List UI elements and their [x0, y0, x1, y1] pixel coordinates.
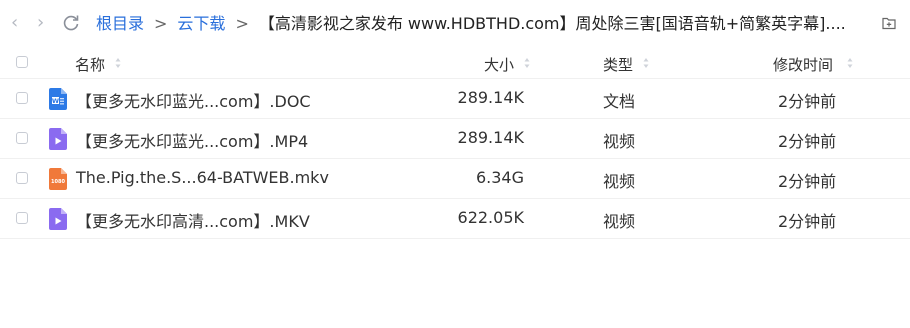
file-size: 289.14K: [457, 128, 524, 147]
file-row[interactable]: 【更多无水印高清...com】.MKV 622.05K 视频 2分钟前: [0, 199, 910, 239]
file-modified-time: 2分钟前: [778, 212, 837, 231]
chevron-left-icon[interactable]: ‹: [11, 13, 18, 33]
file-row[interactable]: 【更多无水印蓝光...com】.MP4 289.14K 视频 2分钟前: [0, 119, 910, 159]
column-header-modified[interactable]: 修改时间: [773, 54, 833, 75]
breadcrumb-separator: >: [235, 14, 249, 33]
file-name[interactable]: 【更多无水印蓝光...com】.MP4: [76, 128, 308, 152]
video-file-icon: [49, 208, 67, 230]
breadcrumb-separator: >: [154, 14, 168, 33]
column-header-name[interactable]: 名称: [75, 54, 105, 75]
sort-icon[interactable]: [847, 57, 853, 69]
file-type: 文档: [603, 92, 636, 111]
file-name[interactable]: The.Pig.the.S...64-BATWEB.mkv: [76, 168, 329, 187]
row-checkbox[interactable]: [16, 132, 28, 144]
file-name[interactable]: 【更多无水印蓝光...com】.DOC: [76, 88, 311, 112]
video-file-icon: [49, 128, 67, 150]
file-size: 6.34G: [475, 168, 524, 187]
file-list-header: 名称 大小 类型 修改时间: [0, 48, 910, 79]
breadcrumb-folder[interactable]: 云下载: [177, 14, 225, 33]
file-size: 622.05K: [457, 208, 524, 227]
file-type: 视频: [603, 132, 636, 151]
hd-badge: 1080: [51, 179, 65, 185]
file-name[interactable]: 【更多无水印高清...com】.MKV: [76, 208, 310, 232]
sort-icon[interactable]: [524, 57, 530, 69]
file-modified-time: 2分钟前: [778, 132, 837, 151]
sort-icon[interactable]: [643, 57, 649, 69]
row-checkbox[interactable]: [16, 92, 28, 104]
toolbar: ‹ › 根目录 > 云下载 > 【高清影视之家发布 www.HDBTHD.com】周处除…: [0, 0, 910, 48]
svg-text:W: W: [52, 97, 59, 105]
breadcrumb-root[interactable]: 根目录: [96, 14, 144, 33]
row-checkbox[interactable]: [16, 212, 28, 224]
file-modified-time: 2分钟前: [778, 172, 837, 191]
file-row[interactable]: 1080 The.Pig.the.S...64-BATWEB.mkv 6.34G…: [0, 159, 910, 199]
refresh-icon[interactable]: [62, 13, 80, 33]
breadcrumb: 根目录 > 云下载 > 【高清影视之家发布 www.HDBTHD.com】周处除三害[国…: [96, 12, 880, 36]
file-type: 视频: [603, 212, 636, 231]
1080p-video-file-icon: 1080: [49, 168, 67, 190]
row-checkbox[interactable]: [16, 172, 28, 184]
sort-icon[interactable]: [115, 57, 121, 69]
chevron-right-icon[interactable]: ›: [37, 13, 44, 33]
new-folder-icon[interactable]: [882, 16, 896, 30]
file-type: 视频: [603, 172, 636, 191]
column-header-type[interactable]: 类型: [603, 54, 633, 75]
file-size: 289.14K: [457, 88, 524, 107]
doc-file-icon: W: [49, 88, 67, 110]
file-modified-time: 2分钟前: [778, 92, 837, 111]
breadcrumb-current: 【高清影视之家发布 www.HDBTHD.com】周处除三害[国语音轨+简繁英字…: [258, 14, 846, 33]
column-header-size[interactable]: 大小: [484, 54, 514, 75]
select-all-checkbox[interactable]: [16, 56, 28, 68]
file-row[interactable]: W 【更多无水印蓝光...com】.DOC 289.14K 文档 2分钟前: [0, 79, 910, 119]
